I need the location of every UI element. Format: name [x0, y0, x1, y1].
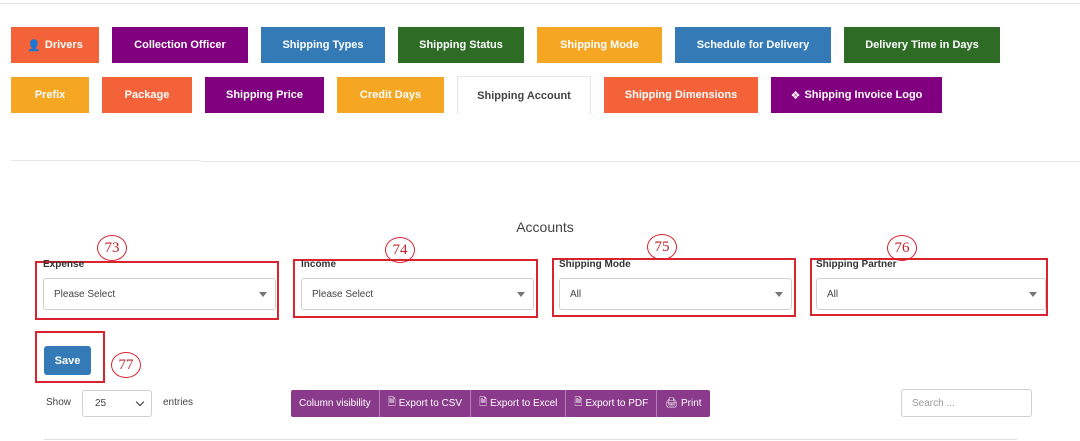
- tab-label: Package: [124, 89, 170, 101]
- tab-prefix[interactable]: Prefix: [11, 77, 89, 113]
- file-excel-icon: 🗎: [479, 397, 488, 408]
- shipping-mode-field: Shipping Mode All: [555, 259, 799, 310]
- export-pdf-label: Export to PDF: [585, 398, 649, 409]
- shipping-mode-label: Shipping Mode: [559, 259, 631, 270]
- top-divider: [0, 3, 1080, 4]
- tab-delivery-time-in-days[interactable]: Delivery Time in Days: [844, 27, 1000, 63]
- export-excel-label: Export to Excel: [490, 398, 558, 409]
- tab-label: Drivers: [44, 39, 83, 51]
- tab-shipping-price[interactable]: Shipping Price: [205, 77, 324, 113]
- shipping-mode-select[interactable]: All: [559, 278, 792, 310]
- tab-label: Shipping Invoice Logo: [804, 89, 923, 101]
- tab-shipping-status[interactable]: Shipping Status: [398, 27, 524, 63]
- income-select[interactable]: Please Select: [301, 278, 534, 310]
- annotation-marker-76: 76: [887, 235, 917, 261]
- user-icon: 👤: [27, 39, 41, 52]
- tab-label: Shipping Types: [282, 39, 364, 51]
- tab-package[interactable]: Package: [102, 77, 192, 113]
- dropdown-caret-icon: [1029, 291, 1037, 297]
- shipping-partner-select[interactable]: All: [816, 278, 1046, 310]
- shipping-partner-label: Shipping Partner: [816, 259, 897, 270]
- income-label: Income: [301, 259, 337, 270]
- export-excel-button[interactable]: 🗎 Export to Excel: [471, 390, 567, 417]
- expense-label: Expense: [43, 259, 85, 270]
- expense-field: Expense Please Select: [39, 259, 283, 310]
- export-button-group: Column visibility 🗎 Export to CSV 🗎 Expo…: [291, 390, 710, 417]
- dropdown-caret-icon: [775, 291, 783, 297]
- cubes-icon: ❖: [790, 89, 801, 102]
- tab-collection-officer[interactable]: Collection Officer: [112, 27, 248, 63]
- income-field: Income Please Select: [297, 259, 541, 310]
- tab-label: Shipping Price: [225, 89, 303, 101]
- export-csv-label: Export to CSV: [398, 398, 463, 409]
- export-pdf-button[interactable]: 🗎 Export to PDF: [566, 390, 658, 417]
- search-input[interactable]: [901, 389, 1032, 417]
- tab-label: Prefix: [34, 89, 66, 101]
- tab-label: Credit Days: [359, 89, 422, 101]
- entries-label: entries: [163, 397, 194, 408]
- tab-divider-left: [11, 160, 201, 161]
- print-label: Print: [680, 398, 702, 409]
- tab-divider-right: [201, 161, 1080, 162]
- expense-select-value: Please Select: [54, 288, 116, 300]
- dropdown-caret-icon: [517, 291, 525, 297]
- entries-length-value: 25: [95, 398, 107, 409]
- settings-tabs-row-1: 👤 Drivers Collection Officer Shipping Types…: [11, 27, 1013, 63]
- page-title: Accounts: [516, 219, 574, 235]
- tab-label: Shipping Mode: [560, 39, 639, 51]
- file-icon: 🗎: [387, 397, 396, 408]
- file-pdf-icon: 🗎: [574, 397, 583, 408]
- tab-shipping-invoice-logo[interactable]: ❖ Shipping Invoice Logo: [771, 77, 942, 113]
- tab-label: Shipping Account: [477, 89, 571, 102]
- tab-label: Schedule for Delivery: [696, 39, 810, 51]
- annotation-marker-75: 75: [647, 234, 677, 260]
- expense-select[interactable]: Please Select: [43, 278, 276, 310]
- print-button[interactable]: 🖨 Print: [657, 390, 710, 417]
- annotation-marker-73: 73: [97, 235, 127, 261]
- tab-schedule-for-delivery[interactable]: Schedule for Delivery: [675, 27, 831, 63]
- tab-label: Delivery Time in Days: [865, 39, 979, 51]
- tab-shipping-types[interactable]: Shipping Types: [261, 27, 385, 63]
- column-visibility-button[interactable]: Column visibility: [291, 390, 380, 417]
- tab-shipping-dimensions[interactable]: Shipping Dimensions: [604, 77, 758, 113]
- tab-label: Collection Officer: [134, 39, 226, 51]
- column-visibility-label: Column visibility: [299, 398, 371, 409]
- print-icon: 🖨: [665, 398, 678, 409]
- table-top-border: [44, 439, 1017, 440]
- annotation-marker-77: 77: [111, 352, 141, 378]
- chevron-down-icon: [135, 397, 145, 407]
- tab-credit-days[interactable]: Credit Days: [337, 77, 444, 113]
- save-button[interactable]: Save: [44, 346, 91, 375]
- settings-tabs-row-2: Prefix Package Shipping Price Credit Days Sh…: [11, 76, 955, 114]
- tab-shipping-mode[interactable]: Shipping Mode: [537, 27, 662, 63]
- export-csv-button[interactable]: 🗎 Export to CSV: [379, 390, 472, 417]
- show-label: Show: [46, 397, 72, 408]
- shipping-partner-field: Shipping Partner All: [812, 259, 1056, 310]
- shipping-mode-select-value: All: [570, 288, 582, 300]
- tab-label: Shipping Dimensions: [624, 89, 738, 101]
- dropdown-caret-icon: [259, 291, 267, 297]
- tab-drivers[interactable]: 👤 Drivers: [11, 27, 99, 63]
- income-select-value: Please Select: [312, 288, 374, 300]
- tab-label: Shipping Status: [419, 39, 503, 51]
- shipping-partner-select-value: All: [827, 288, 839, 300]
- tab-shipping-account[interactable]: Shipping Account: [457, 76, 591, 114]
- annotation-marker-74: 74: [385, 237, 415, 263]
- entries-length-select[interactable]: 25: [82, 390, 152, 417]
